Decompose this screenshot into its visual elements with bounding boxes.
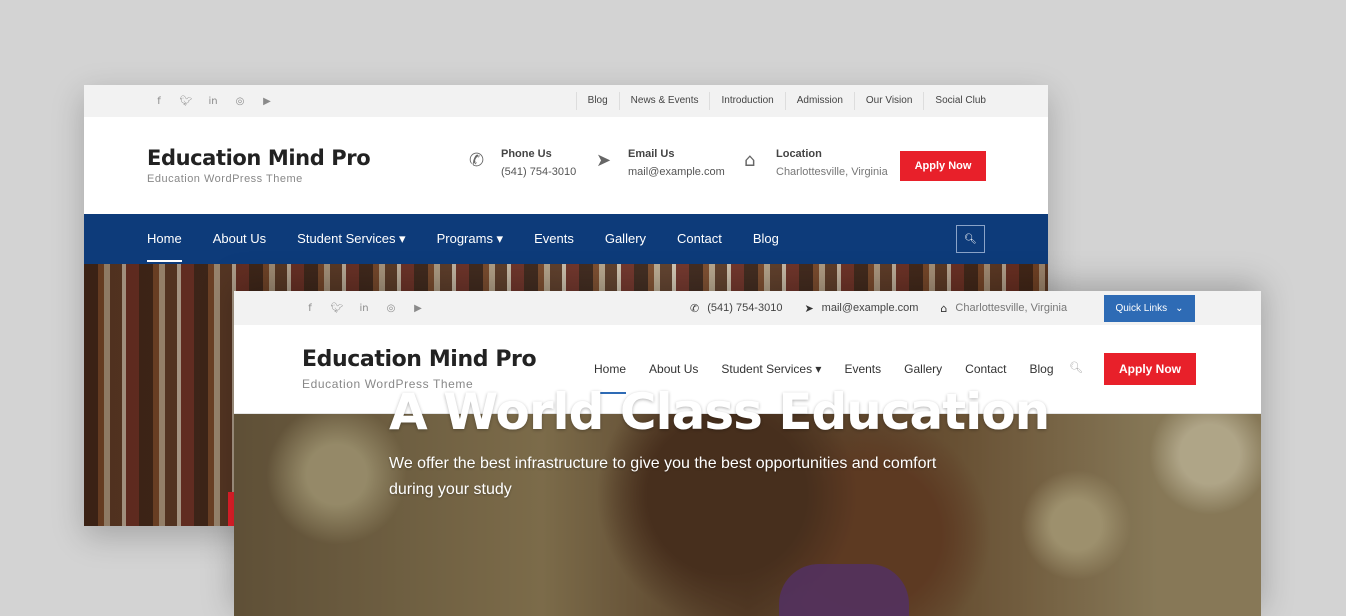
hero-title: A World Class Education (389, 383, 1050, 441)
paper-plane-icon: ➤ (596, 150, 612, 171)
facebook-icon[interactable]: f (303, 303, 317, 314)
front-phone: ✆ (541) 754-3010 (690, 302, 782, 315)
search-icon[interactable]: 🔍︎ (1069, 361, 1083, 374)
top-link-blog[interactable]: Blog (575, 92, 619, 110)
nav-events[interactable]: Events (534, 214, 574, 264)
back-social-links: f 🐦︎ in ◎ ▶ (152, 85, 274, 117)
front-email-value: mail@example.com (821, 302, 919, 314)
home-icon: ⌂ (744, 150, 756, 171)
nav-about-us[interactable]: About Us (213, 214, 266, 264)
quick-links-label: Quick Links (1115, 303, 1168, 314)
facebook-icon[interactable]: f (152, 96, 166, 107)
location-value: Charlottesville, Virginia (776, 166, 888, 178)
back-top-bar: f 🐦︎ in ◎ ▶ Blog News & Events Introduct… (84, 85, 1048, 117)
front-location-value: Charlottesville, Virginia (955, 302, 1068, 314)
nav-contact[interactable]: Contact (677, 214, 722, 264)
twitter-icon[interactable]: 🐦︎ (330, 303, 344, 314)
phone-icon: ✆ (690, 301, 700, 315)
hero-subtitle: We offer the best infrastructure to give… (389, 455, 937, 498)
youtube-icon[interactable]: ▶ (411, 303, 425, 314)
back-main-nav: Home About Us Student Services ▾ Program… (84, 214, 1048, 264)
phone-icon: ✆ (469, 150, 485, 171)
top-link-news-events[interactable]: News & Events (618, 92, 710, 110)
site-title[interactable]: Education Mind Pro (302, 347, 537, 372)
search-icon[interactable]: 🔍︎ (956, 225, 985, 253)
email-label: Email Us (628, 148, 675, 160)
top-link-introduction[interactable]: Introduction (709, 92, 784, 110)
location-label: Location (776, 148, 822, 160)
top-link-admission[interactable]: Admission (784, 92, 854, 110)
back-header: Education Mind Pro Education WordPress T… (84, 117, 1048, 214)
phone-label: Phone Us (501, 148, 552, 160)
front-phone-value: (541) 754-3010 (707, 302, 783, 314)
front-contact-bar: ✆ (541) 754-3010 ➤ mail@example.com ⌂ Ch… (690, 291, 1067, 325)
linkedin-icon[interactable]: in (357, 303, 371, 314)
chevron-down-icon: ⌄ (1175, 303, 1184, 314)
nav-programs[interactable]: Programs ▾ (437, 214, 504, 264)
home-icon: ⌂ (940, 301, 948, 315)
linkedin-icon[interactable]: in (206, 96, 220, 107)
email-value: mail@example.com (628, 166, 725, 178)
top-link-social-club[interactable]: Social Club (923, 92, 986, 110)
front-screen: f 🐦︎ in ◎ ▶ ✆ (541) 754-3010 ➤ mail@exam… (234, 291, 1261, 616)
top-link-our-vision[interactable]: Our Vision (853, 92, 924, 110)
nav-gallery[interactable]: Gallery (605, 214, 646, 264)
front-location: ⌂ Charlottesville, Virginia (940, 302, 1067, 315)
phone-info: ✆ Phone Us (541) 754-3010 (469, 148, 576, 178)
quick-links-button[interactable]: Quick Links ⌄ (1104, 295, 1195, 322)
instagram-icon[interactable]: ◎ (233, 96, 247, 107)
site-tagline: Education WordPress Theme (147, 173, 303, 185)
nav-blog[interactable]: Blog (753, 214, 779, 264)
apply-now-button[interactable]: Apply Now (900, 151, 986, 181)
email-info: ➤ Email Us mail@example.com (596, 148, 725, 178)
apply-now-button[interactable]: Apply Now (1104, 353, 1196, 385)
youtube-icon[interactable]: ▶ (260, 96, 274, 107)
front-hero-banner (234, 414, 1261, 616)
phone-value: (541) 754-3010 (501, 166, 577, 178)
front-social-links: f 🐦︎ in ◎ ▶ (303, 291, 425, 325)
location-info: ⌂ Location Charlottesville, Virginia (744, 148, 888, 178)
instagram-icon[interactable]: ◎ (384, 303, 398, 314)
site-title[interactable]: Education Mind Pro (147, 146, 371, 170)
paper-plane-icon: ➤ (804, 301, 814, 315)
twitter-icon[interactable]: 🐦︎ (179, 96, 193, 107)
front-email: ➤ mail@example.com (804, 302, 918, 315)
front-top-bar: f 🐦︎ in ◎ ▶ ✆ (541) 754-3010 ➤ mail@exam… (234, 291, 1261, 325)
nav-home[interactable]: Home (147, 214, 182, 264)
back-top-links: Blog News & Events Introduction Admissio… (575, 85, 986, 117)
nav-student-services[interactable]: Student Services ▾ (297, 214, 405, 264)
